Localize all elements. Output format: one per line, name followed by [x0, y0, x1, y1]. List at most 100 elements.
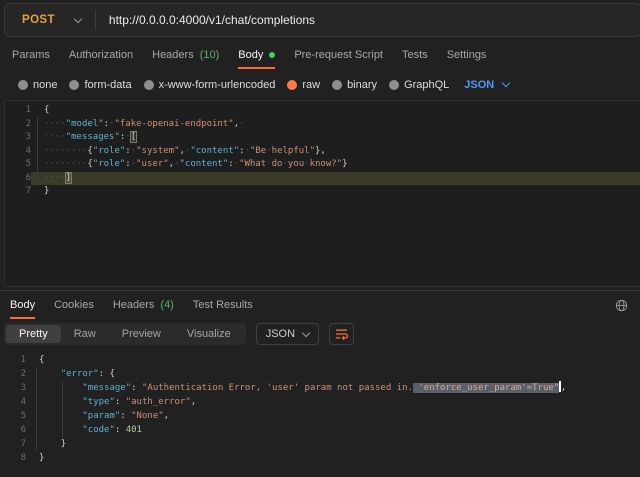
- globe-icon[interactable]: [615, 299, 628, 312]
- tab-label: Settings: [447, 49, 487, 61]
- url-input[interactable]: http://0.0.0.0:4000/v1/chat/completions: [96, 13, 315, 27]
- code-token: "user": [136, 159, 169, 169]
- code-line-4[interactable]: 4 "type": "auth_error",: [0, 395, 640, 409]
- code-text: ····"messages":·[: [31, 131, 640, 145]
- code-text: "type": "auth_error",: [26, 395, 640, 409]
- code-token: "None": [131, 411, 164, 421]
- body-type-graphql[interactable]: GraphQL: [389, 79, 449, 91]
- body-type-binary[interactable]: binary: [332, 79, 377, 91]
- response-body-editor[interactable]: 1{2 "error": {3 "message": "Authenticati…: [0, 349, 640, 477]
- code-token: "role": [93, 146, 126, 156]
- body-type-x-www-form-urlencoded[interactable]: x-www-form-urlencoded: [144, 79, 276, 91]
- code-text: "message": "Authentication Error, 'user'…: [26, 381, 640, 395]
- tab-tests[interactable]: Tests: [402, 40, 428, 69]
- code-token: ········: [44, 146, 87, 156]
- tab-params[interactable]: Params: [12, 40, 50, 69]
- view-pretty-button[interactable]: Pretty: [6, 325, 61, 343]
- code-line-7[interactable]: 7}: [5, 185, 640, 199]
- view-raw-button[interactable]: Raw: [61, 325, 109, 343]
- view-preview-button[interactable]: Preview: [109, 325, 174, 343]
- line-number: 3: [5, 131, 31, 145]
- tab-body[interactable]: Body: [238, 40, 275, 69]
- code-token: ·: [239, 119, 244, 129]
- code-line-4[interactable]: 4········{"role":·"system",·"content":·"…: [5, 145, 640, 159]
- body-type-raw[interactable]: raw: [287, 79, 320, 91]
- code-text: ········{"role":·"system",·"content":·"B…: [31, 145, 640, 159]
- radio-icon: [389, 80, 399, 90]
- code-line-6[interactable]: 6····]: [5, 172, 640, 186]
- code-text: {: [26, 353, 640, 367]
- tab-label: Body: [10, 299, 35, 311]
- code-text: }: [26, 437, 640, 451]
- code-line-3[interactable]: 3····"messages":·[: [5, 131, 640, 145]
- app-window: POST http://0.0.0.0:4000/v1/chat/complet…: [0, 0, 640, 477]
- tab-settings[interactable]: Settings: [447, 40, 487, 69]
- tab-label: Cookies: [54, 299, 94, 311]
- tab-authorization[interactable]: Authorization: [69, 40, 133, 69]
- code-token: know?": [310, 159, 343, 169]
- code-token: ········: [44, 159, 87, 169]
- code-line-2[interactable]: 2····"model":·"fake-openai-endpoint",·: [5, 118, 640, 132]
- request-body-editor[interactable]: 1{2····"model":·"fake-openai-endpoint",·…: [4, 100, 640, 287]
- code-token: }: [39, 453, 44, 463]
- code-token: ·: [125, 132, 130, 142]
- code-line-5[interactable]: 5········{"role":·"user",·"content":·"Wh…: [5, 158, 640, 172]
- chevron-down-icon: [302, 328, 310, 336]
- chevron-down-icon: [502, 79, 510, 87]
- response-view-switcher: PrettyRawPreviewVisualize: [4, 323, 246, 345]
- response-format-select[interactable]: JSON: [256, 323, 319, 345]
- code-token: "role": [93, 159, 126, 169]
- response-tab-body[interactable]: Body: [10, 291, 35, 319]
- line-number: 4: [5, 145, 31, 159]
- response-tab-cookies[interactable]: Cookies: [54, 291, 94, 319]
- radio-label: x-www-form-urlencoded: [159, 79, 276, 91]
- code-text: "param": "None",: [26, 409, 640, 423]
- code-token: helpful": [272, 146, 315, 156]
- code-token: "system": [136, 146, 179, 156]
- code-line-1[interactable]: 1{: [5, 104, 640, 118]
- code-token: "code": [82, 425, 115, 435]
- indent-guide: [36, 367, 37, 451]
- code-line-2[interactable]: 2 "error": {: [0, 367, 640, 381]
- code-text: ····]: [31, 172, 640, 186]
- request-url-bar: POST http://0.0.0.0:4000/v1/chat/complet…: [0, 0, 640, 40]
- line-number: 6: [5, 172, 31, 186]
- code-token: ,: [191, 397, 196, 407]
- response-tab-test-results[interactable]: Test Results: [193, 291, 253, 319]
- raw-format-label: JSON: [464, 79, 494, 91]
- code-line-5[interactable]: 5 "param": "None",: [0, 409, 640, 423]
- code-token: ,: [164, 411, 169, 421]
- code-token: "What: [239, 159, 266, 169]
- code-token: "content": [190, 146, 239, 156]
- code-token: [39, 383, 82, 393]
- raw-format-select[interactable]: JSON: [464, 79, 509, 91]
- unsaved-changes-dot-icon: [269, 52, 275, 58]
- body-type-form-data[interactable]: form-data: [69, 79, 131, 91]
- response-tabs: Body Cookies Headers(4) Test Results: [0, 291, 640, 319]
- code-line-3[interactable]: 3 "message": "Authentication Error, 'use…: [0, 381, 640, 395]
- code-token: ,: [561, 383, 566, 393]
- body-type-none[interactable]: none: [18, 79, 57, 91]
- chevron-down-icon: [74, 14, 82, 22]
- code-text: }: [31, 185, 640, 199]
- tab-pre-request-script[interactable]: Pre-request Script: [294, 40, 383, 69]
- method-selector[interactable]: POST: [5, 14, 95, 26]
- code-token: },: [315, 146, 326, 156]
- view-visualize-button[interactable]: Visualize: [174, 325, 244, 343]
- wrap-text-button[interactable]: [329, 323, 354, 345]
- radio-label: binary: [347, 79, 377, 91]
- code-line-7[interactable]: 7 }: [0, 437, 640, 451]
- radio-icon: [18, 80, 28, 90]
- code-token: [39, 425, 82, 435]
- code-line-8[interactable]: 8}: [0, 451, 640, 465]
- code-token: "Authentication Error, 'user' param not …: [142, 383, 413, 393]
- tab-headers[interactable]: Headers(10): [152, 40, 219, 69]
- radio-selected-icon: [287, 80, 297, 90]
- code-token: "auth_error": [126, 397, 191, 407]
- radio-label: form-data: [84, 79, 131, 91]
- code-token: ····: [44, 132, 66, 142]
- line-number: 3: [0, 381, 26, 395]
- code-line-1[interactable]: 1{: [0, 353, 640, 367]
- response-tab-headers[interactable]: Headers(4): [113, 291, 174, 319]
- code-line-6[interactable]: 6 "code": 401: [0, 423, 640, 437]
